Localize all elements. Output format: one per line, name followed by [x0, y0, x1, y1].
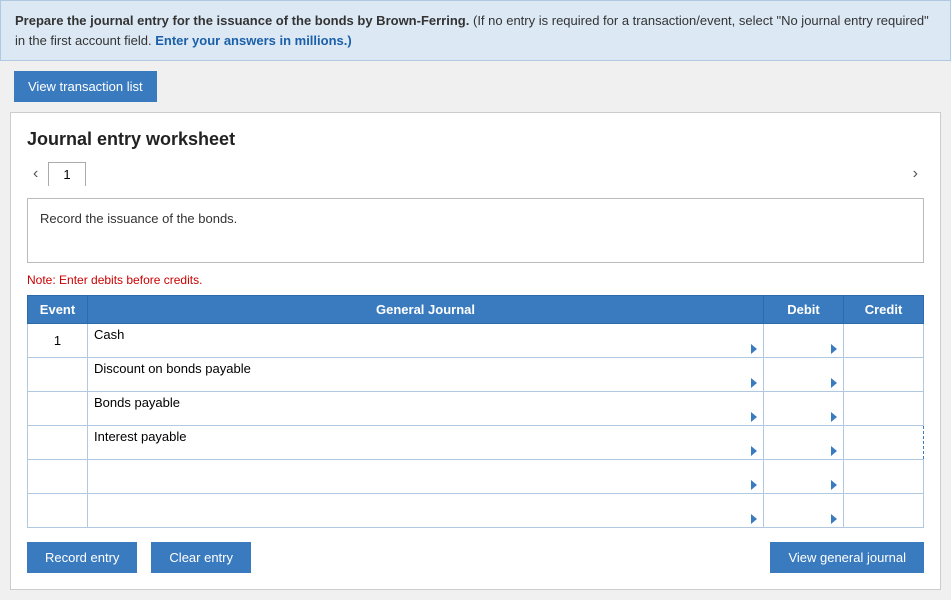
general-journal-input[interactable] — [94, 429, 757, 444]
instructions-answer-note: Enter your answers in millions.) — [155, 33, 352, 48]
tab-navigation: ‹ 1 › — [27, 162, 924, 186]
debit-indicator-icon — [831, 344, 837, 354]
general-journal-cell[interactable] — [88, 494, 764, 528]
general-journal-cell[interactable] — [88, 460, 764, 494]
table-row — [28, 494, 924, 528]
general-journal-input[interactable] — [94, 327, 757, 342]
instructions-main: Prepare the journal entry for the issuan… — [15, 13, 469, 28]
debit-cell[interactable] — [764, 426, 844, 460]
table-row — [28, 358, 924, 392]
event-cell — [28, 426, 88, 460]
credit-input[interactable] — [850, 401, 917, 416]
debit-input[interactable] — [770, 327, 837, 342]
worksheet-title: Journal entry worksheet — [27, 129, 924, 150]
transaction-description: Record the issuance of the bonds. — [27, 198, 924, 263]
general-journal-cell[interactable] — [88, 426, 764, 460]
event-cell — [28, 392, 88, 426]
debit-cell[interactable] — [764, 324, 844, 358]
table-row — [28, 426, 924, 460]
event-cell — [28, 494, 88, 528]
event-cell: 1 — [28, 324, 88, 358]
debit-input[interactable] — [770, 429, 837, 444]
tab-1[interactable]: 1 — [48, 162, 85, 186]
general-journal-input[interactable] — [94, 395, 757, 410]
cell-indicator-icon — [751, 412, 757, 422]
cell-indicator-icon — [751, 446, 757, 456]
credit-cell[interactable] — [844, 494, 924, 528]
debit-credit-note: Note: Enter debits before credits. — [27, 273, 924, 287]
view-general-journal-button[interactable]: View general journal — [770, 542, 924, 573]
bottom-buttons: Record entry Clear entry View general jo… — [27, 542, 924, 573]
description-text: Record the issuance of the bonds. — [40, 211, 237, 226]
credit-cell[interactable] — [844, 324, 924, 358]
cell-indicator-icon — [751, 514, 757, 524]
debit-indicator-icon — [831, 514, 837, 524]
credit-cell[interactable] — [844, 358, 924, 392]
instructions-banner: Prepare the journal entry for the issuan… — [0, 0, 951, 61]
record-entry-button[interactable]: Record entry — [27, 542, 137, 573]
cell-indicator-icon — [751, 344, 757, 354]
debit-cell[interactable] — [764, 494, 844, 528]
credit-cell[interactable] — [844, 426, 924, 460]
general-journal-input[interactable] — [94, 497, 757, 512]
tab-prev-button[interactable]: ‹ — [27, 163, 44, 185]
general-journal-cell[interactable] — [88, 392, 764, 426]
journal-table: Event General Journal Debit Credit 1 — [27, 295, 924, 528]
header-general-journal: General Journal — [88, 296, 764, 324]
debit-indicator-icon — [831, 480, 837, 490]
debit-indicator-icon — [831, 446, 837, 456]
debit-cell[interactable] — [764, 358, 844, 392]
instructions-text: Prepare the journal entry for the issuan… — [15, 13, 929, 48]
debit-input[interactable] — [770, 497, 837, 512]
table-row — [28, 460, 924, 494]
debit-input[interactable] — [770, 463, 837, 478]
event-cell — [28, 358, 88, 392]
credit-cell[interactable] — [844, 392, 924, 426]
credit-input[interactable] — [850, 333, 917, 348]
debit-indicator-icon — [831, 378, 837, 388]
header-event: Event — [28, 296, 88, 324]
debit-input[interactable] — [770, 361, 837, 376]
general-journal-input[interactable] — [94, 361, 757, 376]
credit-cell[interactable] — [844, 460, 924, 494]
credit-input[interactable] — [850, 469, 917, 484]
debit-cell[interactable] — [764, 392, 844, 426]
debit-cell[interactable] — [764, 460, 844, 494]
cell-indicator-icon — [751, 480, 757, 490]
header-debit: Debit — [764, 296, 844, 324]
cell-indicator-icon — [751, 378, 757, 388]
header-credit: Credit — [844, 296, 924, 324]
credit-input[interactable] — [850, 367, 917, 382]
table-row: 1 — [28, 324, 924, 358]
tab-next-button[interactable]: › — [907, 163, 924, 185]
table-row — [28, 392, 924, 426]
credit-input[interactable] — [850, 503, 917, 518]
general-journal-input[interactable] — [94, 463, 757, 478]
debit-indicator-icon — [831, 412, 837, 422]
worksheet-container: Journal entry worksheet ‹ 1 › Record the… — [10, 112, 941, 590]
credit-input[interactable] — [850, 435, 917, 450]
event-cell — [28, 460, 88, 494]
general-journal-cell[interactable] — [88, 324, 764, 358]
view-transaction-button[interactable]: View transaction list — [14, 71, 157, 102]
debit-input[interactable] — [770, 395, 837, 410]
clear-entry-button[interactable]: Clear entry — [151, 542, 251, 573]
general-journal-cell[interactable] — [88, 358, 764, 392]
